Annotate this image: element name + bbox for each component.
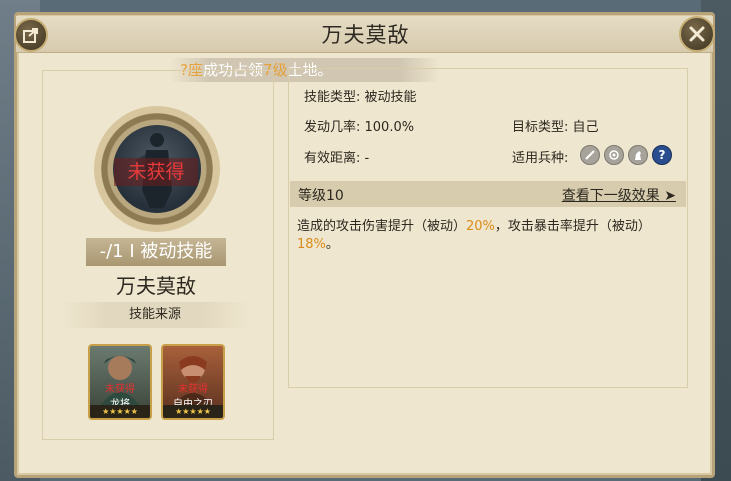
hero-card-longjiang[interactable]: 未获得 龙将 ★★★★★ (88, 344, 152, 420)
desc-part-3: 。 (325, 237, 339, 252)
skill-description: 造成的攻击伤害提升（被动）20%，攻击暴击率提升（被动） 18%。 (297, 218, 677, 254)
share-button[interactable] (14, 18, 48, 52)
hero-status: 未获得 (178, 384, 208, 395)
level-label: 等级10 (298, 188, 344, 204)
help-icon[interactable]: ? (652, 145, 672, 165)
horse-icon[interactable] (628, 145, 648, 165)
hero-card-ziyouzhiren[interactable]: 未获得 自由之刃 ★★★★★ (161, 344, 225, 420)
next-level-link[interactable]: 查看下一级效果 ➤ (562, 185, 676, 205)
target-type-label: 目标类型: 自己 (512, 120, 599, 135)
dialog-title: 万夫莫敌 (321, 23, 410, 47)
hero-stars: ★★★★★ (163, 405, 223, 418)
not-obtained-label: 未获得 (114, 158, 198, 186)
skill-source-label: 技能来源 (60, 302, 250, 328)
desc-part-2: ，攻击暴击率提升（被动） (494, 219, 651, 234)
target-icon[interactable] (604, 145, 624, 165)
skill-type-tag: -/1 I 被动技能 (86, 238, 226, 266)
hero-stars: ★★★★★ (90, 405, 150, 418)
trigger-rate-label: 发动几率: 100.0% (304, 120, 415, 135)
desc-value-1: 20% (466, 219, 495, 234)
close-button[interactable] (679, 16, 715, 52)
sword-icon[interactable] (580, 145, 600, 165)
desc-value-2: 18% (297, 237, 326, 252)
share-icon (23, 28, 38, 43)
hero-status: 未获得 (105, 384, 135, 395)
desc-part-1: 造成的攻击伤害提升（被动） (297, 219, 467, 234)
unit-types-label: 适用兵种: (512, 151, 569, 166)
skill-name: 万夫莫敌 (116, 274, 196, 298)
close-icon (689, 26, 705, 42)
skill-type-label: 技能类型: 被动技能 (304, 90, 417, 105)
level-bar: 等级10 查看下一级效果 ➤ (290, 181, 686, 207)
range-label: 有效距离: - (304, 151, 370, 166)
unit-type-icons: ? (580, 145, 672, 167)
